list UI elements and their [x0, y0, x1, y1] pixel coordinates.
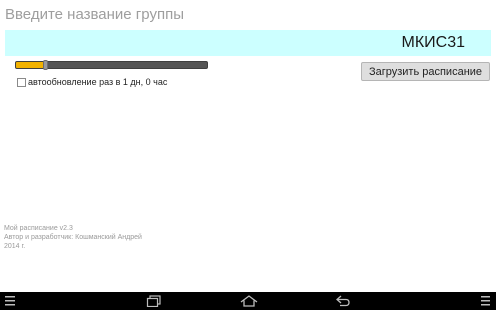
- overflow-menu-icon[interactable]: [480, 295, 492, 307]
- slider-fill: [16, 62, 45, 68]
- page-title: Введите название группы: [5, 6, 184, 23]
- slider-thumb[interactable]: [43, 60, 48, 70]
- group-name-value[interactable]: МКИС31: [402, 34, 466, 52]
- auto-update-label[interactable]: автообновление раз в 1 дн, 0 час: [28, 77, 167, 88]
- home-icon[interactable]: [240, 295, 258, 307]
- group-name-input[interactable]: МКИС31: [5, 30, 491, 56]
- system-navigation-bar: [0, 292, 496, 310]
- recent-apps-icon[interactable]: [146, 295, 162, 307]
- load-schedule-button[interactable]: Загрузить расписание: [361, 62, 490, 81]
- back-icon[interactable]: [335, 295, 351, 307]
- app-info: Мой расписание v2.3 Автор и разработчик:…: [4, 224, 142, 251]
- auto-update-checkbox[interactable]: [17, 77, 26, 87]
- app-version-text: Мой расписание v2.3: [4, 225, 73, 232]
- app-year-text: 2014 г.: [4, 243, 26, 250]
- menu-icon[interactable]: [5, 295, 17, 307]
- update-interval-slider[interactable]: [15, 60, 208, 70]
- app-screen: Введите название группы МКИС31 автообнов…: [0, 0, 496, 310]
- auto-update-row[interactable]: автообновление раз в 1 дн, 0 час: [17, 75, 167, 89]
- app-author-text: Автор и разработчик: Кошманский Андрей: [4, 234, 142, 241]
